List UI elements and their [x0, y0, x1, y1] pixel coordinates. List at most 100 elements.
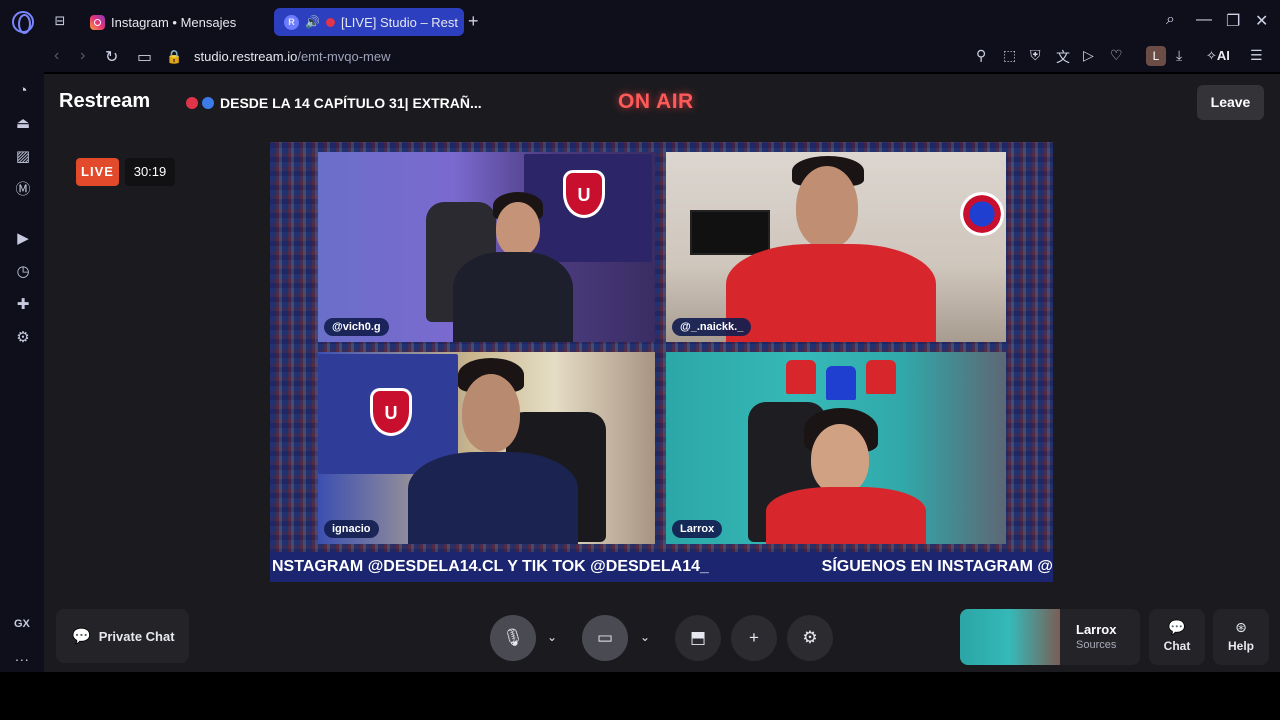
restream-studio: Restream DESDE LA 14 CAPÍTULO 31| EXTRAÑ…	[44, 74, 1280, 672]
close-icon[interactable]: ✕	[1255, 11, 1268, 31]
menu-icon[interactable]: ☰	[1250, 47, 1263, 64]
more-icon[interactable]: ...	[15, 648, 30, 664]
video-tile[interactable]: U ignacio	[318, 352, 655, 544]
speed-dial-icon[interactable]: ◔	[14, 82, 32, 100]
tv-image	[690, 210, 770, 255]
chat-label: Chat	[1163, 639, 1191, 653]
chat-button[interactable]: 💬 Chat	[1149, 609, 1205, 665]
person-image	[462, 374, 520, 452]
recording-dot-icon	[325, 17, 335, 27]
reload-icon[interactable]: ↻	[105, 47, 118, 67]
private-chat-icon: 💬	[72, 628, 91, 645]
gx-label[interactable]: GX	[14, 618, 30, 630]
preview-thumbnail	[960, 609, 1060, 665]
microphone-button[interactable]: 🎙	[490, 615, 536, 661]
shirt-image	[726, 244, 936, 342]
stream-title[interactable]: DESDE LA 14 CAPÍTULO 31| EXTRAÑ...	[186, 95, 482, 111]
stream-timer: 30:19	[125, 158, 175, 186]
settings-icon[interactable]: ⚙	[14, 329, 32, 347]
help-label: Help	[1227, 639, 1254, 653]
stream-title-text: DESDE LA 14 CAPÍTULO 31| EXTRAÑ...	[220, 95, 482, 111]
history-icon[interactable]: ◷	[14, 263, 32, 281]
self-preview[interactable]: Larrox Sources	[960, 609, 1140, 665]
forward-icon[interactable]: ›	[80, 47, 85, 65]
camera-icon[interactable]: ▭	[137, 47, 152, 67]
profile-avatar[interactable]: L	[1146, 46, 1166, 66]
help-icon: ⊛	[1235, 619, 1247, 635]
crest-image: U	[370, 388, 412, 436]
browser-tab-bar: ⊟ Instagram • Mensajes R 🔊 [LIVE] Studio…	[0, 0, 1280, 42]
banner-ticker: NSTAGRAM @DESDELA14.CL Y TIK TOK @DESDEL…	[270, 552, 1053, 582]
participant-name: @_.naickk._	[672, 318, 752, 336]
sparkle-icon: ✧	[1206, 48, 1217, 63]
microphone-icon: 🎙	[502, 628, 524, 647]
play-icon[interactable]: ▷	[1083, 47, 1094, 64]
gear-icon: ⚙	[802, 628, 818, 647]
jersey-image	[786, 360, 816, 394]
player-icon[interactable]: ▶	[14, 230, 32, 248]
restore-icon[interactable]: ❐	[1226, 11, 1240, 31]
add-button[interactable]: +	[731, 615, 777, 661]
share-screen-icon: ⬒	[689, 628, 707, 647]
video-canvas: U @vich0.g @_.naickk._ U ignacio Larrox …	[270, 142, 1053, 582]
tab-label: [LIVE] Studio – Rest	[340, 14, 459, 30]
shirt-image	[453, 252, 573, 342]
red-circle-icon	[186, 97, 198, 109]
person-image	[811, 424, 869, 494]
lock-icon[interactable]: 🔒	[166, 49, 182, 65]
leave-button[interactable]: Leave	[1197, 85, 1264, 120]
ticker-left-text: NSTAGRAM @DESDELA14.CL Y TIK TOK @DESDEL…	[272, 558, 709, 575]
brand-logo: Restream	[59, 90, 151, 112]
camera-button[interactable]: ▭	[582, 615, 628, 661]
instagram-icon	[90, 14, 105, 30]
m-icon[interactable]: Ⓜ	[14, 181, 32, 199]
tab-instagram[interactable]: Instagram • Mensajes	[80, 8, 265, 36]
preview-sources[interactable]: Sources	[1076, 639, 1116, 651]
share-screen-button[interactable]: ⬒	[675, 615, 721, 661]
flow-icon[interactable]: ⏏	[14, 115, 32, 133]
pin-icon[interactable]: ⚲	[976, 47, 986, 64]
search-icon[interactable]: ⌕	[1166, 11, 1175, 29]
team-badge-image	[960, 192, 1004, 236]
video-tile[interactable]: U @vich0.g	[318, 152, 655, 342]
heart-icon[interactable]: ♡	[1110, 47, 1123, 64]
settings-button[interactable]: ⚙	[787, 615, 833, 661]
camera-options-chevron-icon[interactable]: ⌄	[640, 630, 650, 644]
gamepad-icon[interactable]: ⊟	[52, 13, 68, 29]
camera-icon: ▭	[596, 628, 614, 647]
participant-name: Larrox	[672, 520, 723, 538]
translate-icon[interactable]: 文	[1056, 47, 1070, 67]
mic-options-chevron-icon[interactable]: ⌄	[547, 630, 557, 644]
url-field[interactable]: studio.restream.io/emt-mvqo-mew	[194, 49, 391, 64]
ai-button[interactable]: ✧AI	[1206, 48, 1230, 64]
private-chat-button[interactable]: 💬 Private Chat	[56, 609, 189, 663]
on-air-indicator: ON AIR	[618, 90, 694, 113]
plus-icon: +	[749, 628, 759, 647]
person-image	[496, 202, 540, 256]
blue-circle-icon	[202, 97, 214, 109]
help-button[interactable]: ⊛ Help	[1213, 609, 1269, 665]
private-chat-label: Private Chat	[98, 628, 175, 644]
snapshot-icon[interactable]: ⬚	[1003, 47, 1016, 64]
minimize-icon[interactable]: —	[1196, 11, 1212, 29]
tab-label: Instagram • Mensajes	[111, 14, 237, 30]
opera-logo-icon[interactable]	[12, 11, 34, 34]
participant-name: @vich0.g	[324, 318, 389, 336]
crest-image: U	[563, 170, 605, 218]
bottom-letterbox	[0, 672, 1280, 720]
notes-icon[interactable]: ▨	[14, 148, 32, 166]
speaker-icon[interactable]: 🔊	[305, 15, 320, 29]
tab-restream-studio[interactable]: R 🔊 [LIVE] Studio – Rest	[274, 8, 464, 36]
jersey-image	[866, 360, 896, 394]
extensions-icon[interactable]: ✚	[14, 296, 32, 314]
live-badge: LIVE	[76, 158, 119, 186]
preview-name: Larrox	[1076, 622, 1117, 637]
new-tab-button[interactable]: +	[468, 12, 479, 30]
browser-sidebar: ◔ ⏏ ▨ Ⓜ ▶ ◷ ✚ ⚙ GX ...	[0, 72, 44, 672]
back-icon[interactable]: ‹	[54, 47, 59, 65]
video-tile[interactable]: Larrox	[666, 352, 1006, 544]
video-tile[interactable]: @_.naickk._	[666, 152, 1006, 342]
jersey-image	[826, 366, 856, 400]
download-icon[interactable]: ⤓	[1176, 47, 1182, 64]
shield-icon[interactable]: ⛨	[1030, 47, 1041, 64]
